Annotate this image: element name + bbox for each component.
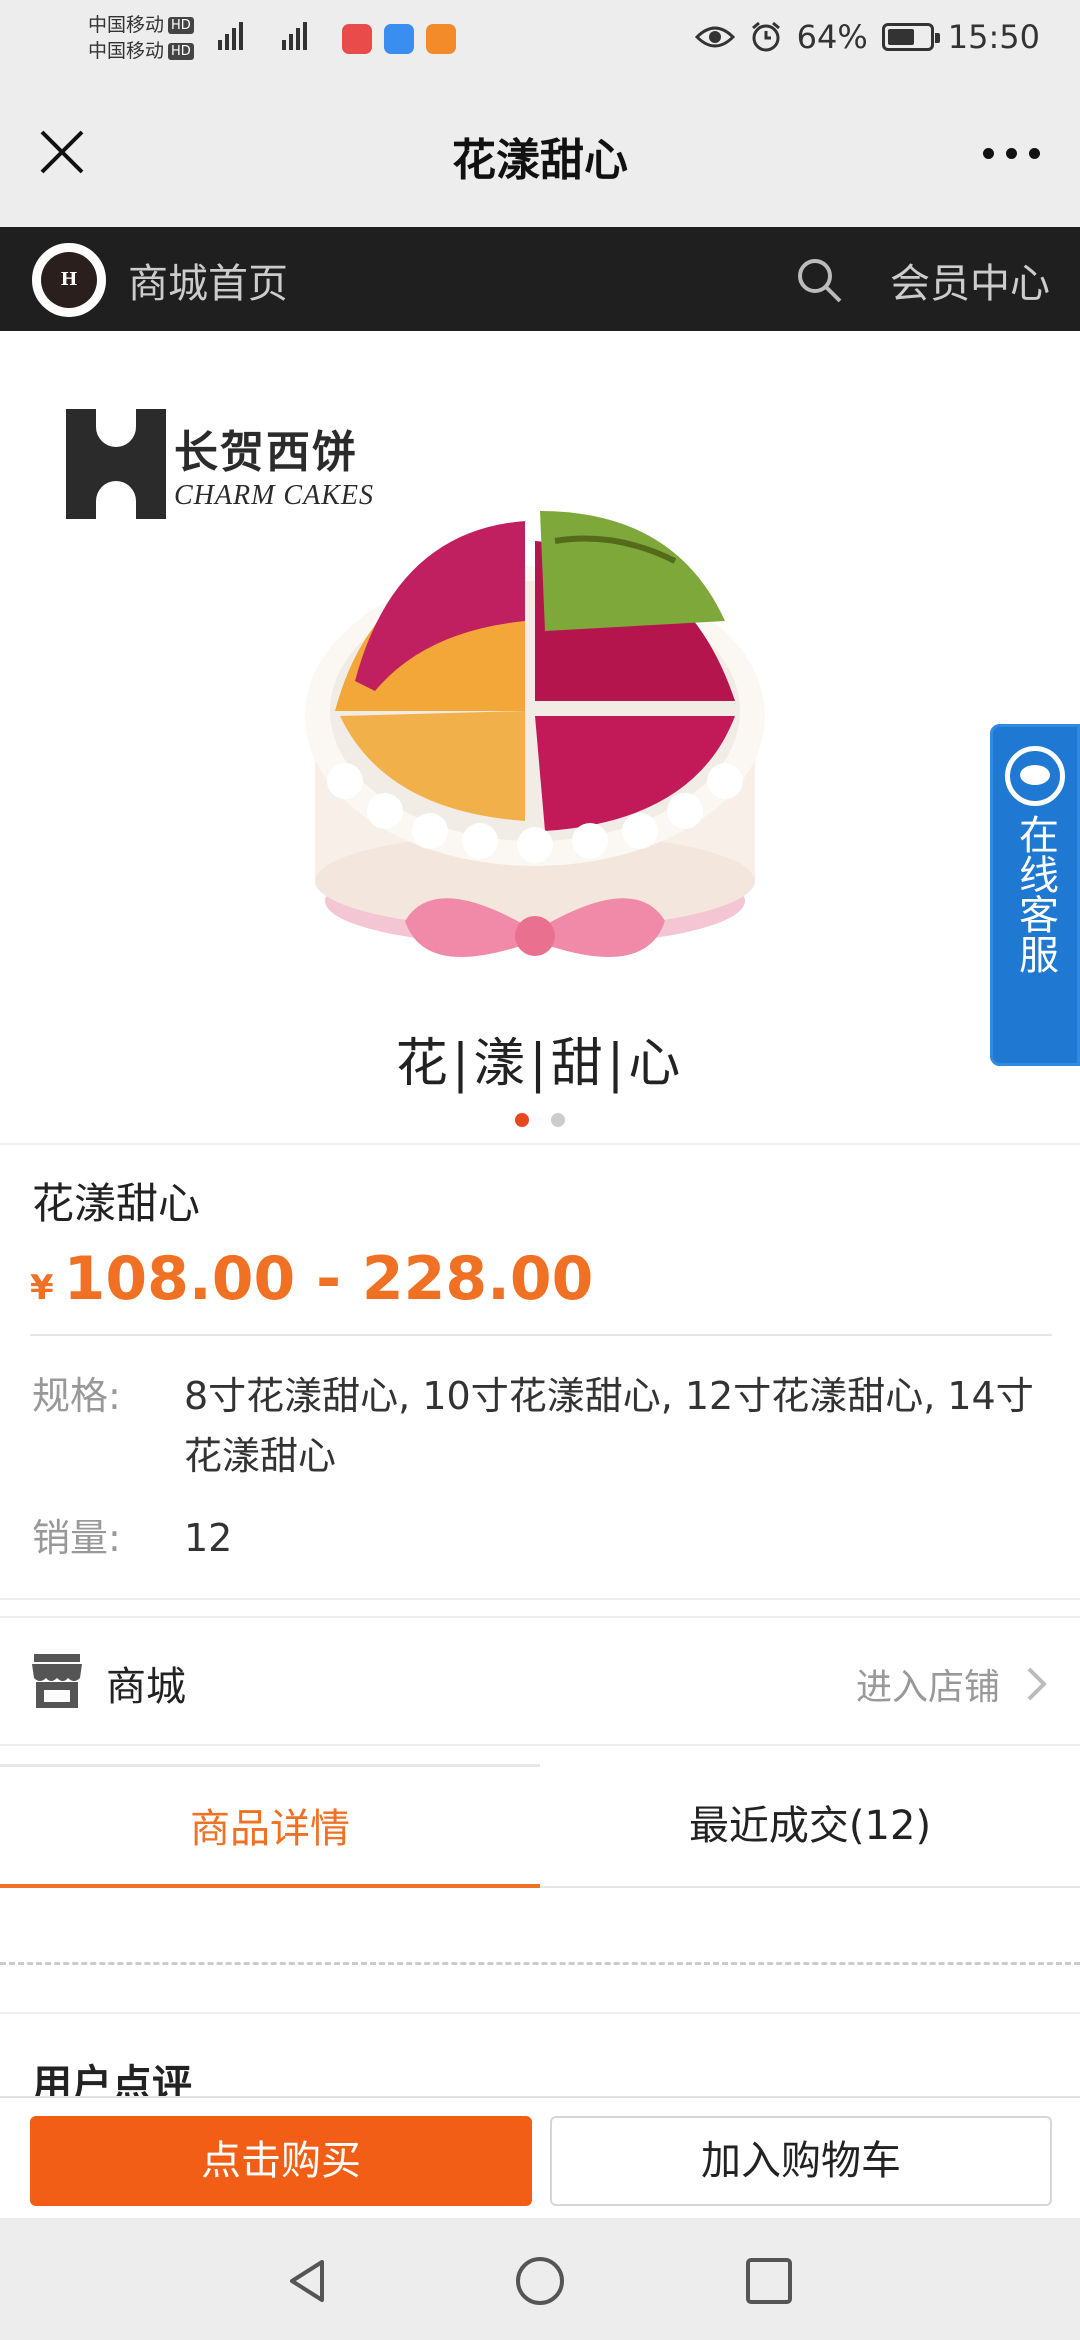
eye-icon bbox=[694, 26, 735, 48]
system-nav-bar bbox=[0, 2218, 1080, 2340]
video-app-icon bbox=[426, 24, 456, 54]
product-name: 花漾甜心 bbox=[32, 1179, 201, 1228]
add-to-cart-button[interactable]: 加入购物车 bbox=[550, 2116, 1052, 2206]
carousel-dot[interactable] bbox=[551, 1113, 565, 1127]
purchase-bar: 点击购买 加入购物车 bbox=[0, 2096, 1080, 2218]
spec-label: 规格: bbox=[32, 1374, 121, 1418]
carousel-dots bbox=[0, 1113, 1080, 1127]
sales-value: 12 bbox=[184, 1516, 233, 1560]
buy-now-button[interactable]: 点击购买 bbox=[30, 2116, 532, 2206]
page-title: 花漾甜心 bbox=[452, 135, 628, 186]
tab-recent-deals[interactable]: 最近成交(12) bbox=[540, 1764, 1080, 1888]
shop-home-link[interactable]: 商城首页 bbox=[128, 251, 288, 309]
member-center-link[interactable]: 会员中心 bbox=[890, 251, 1050, 309]
banner-caption: 花|漾|甜|心 bbox=[395, 1034, 685, 1094]
notification-icons bbox=[342, 24, 456, 54]
price-range: 108.00 - 228.00 bbox=[63, 1244, 594, 1314]
shop-logo[interactable]: H bbox=[32, 243, 106, 317]
sales-label: 销量: bbox=[32, 1516, 121, 1560]
carrier-2: 中国移动 bbox=[88, 40, 165, 62]
headset-icon bbox=[1005, 746, 1065, 806]
battery-icon bbox=[881, 23, 940, 51]
shop-nav-bar: H 商城首页 会员中心 bbox=[0, 227, 1080, 331]
status-bar: 中国移动 HD 中国移动 HD 64% 15:50 bbox=[0, 0, 1080, 84]
signal-icon bbox=[282, 22, 307, 50]
app-notification-icon bbox=[342, 24, 372, 54]
recents-icon[interactable] bbox=[742, 2254, 796, 2308]
shop-logo-mark: H bbox=[41, 252, 97, 308]
divider bbox=[30, 1334, 1052, 1336]
brand-h-mark bbox=[66, 409, 166, 519]
detail-tabs: 商品详情 最近成交(12) bbox=[0, 1764, 1080, 1888]
cloud-icon bbox=[384, 24, 414, 54]
signal-icon bbox=[218, 22, 243, 50]
home-icon[interactable] bbox=[513, 2254, 567, 2308]
more-icon[interactable] bbox=[983, 148, 1040, 159]
title-bar: 花漾甜心 bbox=[0, 84, 1080, 227]
cake-image bbox=[305, 511, 765, 957]
carousel-dot[interactable] bbox=[515, 1113, 529, 1127]
search-icon[interactable] bbox=[794, 255, 844, 305]
hd-badge: HD bbox=[168, 43, 194, 60]
tab-product-details[interactable]: 商品详情 bbox=[0, 1764, 540, 1888]
online-service-button[interactable]: 在线客服 bbox=[990, 724, 1080, 1066]
shop-name: 商城 bbox=[106, 1664, 186, 1710]
divider bbox=[0, 1143, 1080, 1145]
clock: 15:50 bbox=[947, 18, 1040, 56]
alarm-icon bbox=[751, 21, 780, 52]
back-icon[interactable] bbox=[282, 2254, 336, 2308]
store-icon bbox=[32, 1654, 82, 1708]
product-image-carousel[interactable]: 长贺西饼 CHARM CAKES 花|漾|甜|心 bbox=[0, 331, 1080, 1143]
brand-name-cn: 长贺西饼 bbox=[174, 427, 358, 478]
carrier-1: 中国移动 bbox=[88, 14, 165, 36]
divider bbox=[0, 1598, 1080, 1600]
online-service-label: 在线客服 bbox=[1012, 814, 1058, 974]
dashed-divider bbox=[0, 1962, 1080, 1965]
spec-value: 8寸花漾甜心, 10寸花漾甜心, 12寸花漾甜心, 14寸花漾甜心 bbox=[184, 1374, 1034, 1478]
currency-symbol: ¥ bbox=[30, 1268, 54, 1308]
carrier-info: 中国移动 HD 中国移动 HD bbox=[88, 12, 194, 64]
battery-percent: 64% bbox=[796, 18, 868, 56]
hd-badge: HD bbox=[168, 17, 194, 34]
enter-shop-link[interactable]: 进入店铺 bbox=[856, 1658, 1000, 1710]
chevron-right-icon bbox=[1027, 1667, 1047, 1701]
divider bbox=[0, 2012, 1080, 2014]
shop-entry-row[interactable]: 商城 进入店铺 bbox=[0, 1616, 1080, 1746]
product-price: ¥ 108.00 - 228.00 bbox=[30, 1244, 593, 1314]
status-right: 64% 15:50 bbox=[694, 18, 1040, 56]
